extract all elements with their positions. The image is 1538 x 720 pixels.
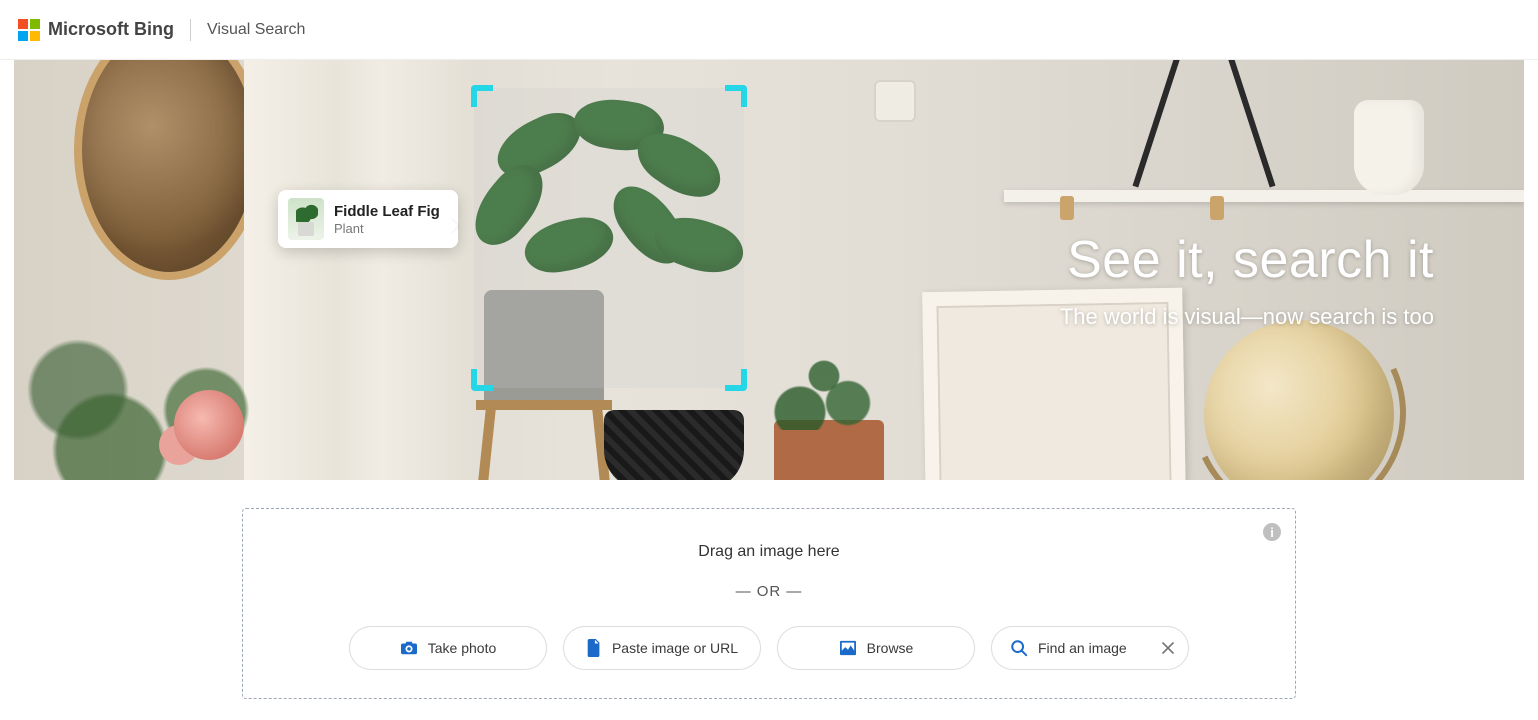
detection-category: Plant xyxy=(334,221,440,236)
upload-button-row: Take photo Paste image or URL Browse xyxy=(263,626,1275,670)
crop-handle-bottom-left[interactable] xyxy=(471,369,493,391)
crop-handle-top-right[interactable] xyxy=(725,85,747,107)
take-photo-button[interactable]: Take photo xyxy=(349,626,547,670)
decor-woven-basket xyxy=(604,410,744,480)
detection-result-card[interactable]: Fiddle Leaf Fig Plant xyxy=(278,190,458,248)
hero-text-block: See it, search it The world is visual—no… xyxy=(1060,230,1434,330)
upload-dropzone[interactable]: i Drag an image here — OR — Take photo P… xyxy=(242,508,1296,699)
search-icon xyxy=(1010,639,1028,657)
browse-button[interactable]: Browse xyxy=(777,626,975,670)
brand-name: Microsoft Bing xyxy=(48,19,174,40)
paste-button[interactable]: Paste image or URL xyxy=(563,626,761,670)
paste-label: Paste image or URL xyxy=(612,640,738,656)
take-photo-label: Take photo xyxy=(428,640,497,656)
decor-vase xyxy=(1354,100,1424,195)
find-image-label: Find an image xyxy=(1038,640,1127,656)
microsoft-logo-icon xyxy=(18,19,40,41)
image-icon xyxy=(839,640,857,656)
decor-fiddle-leaf-stand xyxy=(476,400,612,480)
hero-subtitle: The world is visual—now search is too xyxy=(1060,304,1434,330)
decor-mirror xyxy=(74,60,264,280)
crop-handle-top-left[interactable] xyxy=(471,85,493,107)
decor-shelf-clip xyxy=(1060,196,1074,220)
browse-label: Browse xyxy=(867,640,914,656)
crop-handle-bottom-right[interactable] xyxy=(725,369,747,391)
detection-crop-box[interactable] xyxy=(474,88,744,388)
detection-text: Fiddle Leaf Fig Plant xyxy=(334,203,440,236)
header-divider xyxy=(190,19,191,41)
paste-file-icon xyxy=(586,639,602,657)
info-icon[interactable]: i xyxy=(1263,523,1281,541)
hero-banner: Fiddle Leaf Fig Plant See it, search it … xyxy=(14,60,1524,480)
decor-shelf xyxy=(1004,190,1524,202)
or-separator-text: — OR — xyxy=(263,583,1275,600)
hero-title: See it, search it xyxy=(1060,230,1434,290)
decor-flower xyxy=(174,390,244,460)
decor-foliage-left xyxy=(14,310,334,480)
drag-instruction-text: Drag an image here xyxy=(263,543,1275,561)
clear-find-icon[interactable] xyxy=(1162,642,1174,654)
header-bar: Microsoft Bing Visual Search xyxy=(0,0,1538,60)
detection-title: Fiddle Leaf Fig xyxy=(334,203,440,221)
camera-icon xyxy=(400,640,418,656)
decor-tripod-stand xyxy=(1144,60,1264,190)
detection-thumbnail xyxy=(288,198,324,240)
section-title: Visual Search xyxy=(207,21,305,39)
decor-shelf-clip xyxy=(1210,196,1224,220)
decor-small-plant xyxy=(764,340,884,430)
decor-wall-outlet xyxy=(874,80,916,122)
upload-panel-container: i Drag an image here — OR — Take photo P… xyxy=(0,508,1538,699)
find-image-button[interactable]: Find an image xyxy=(991,626,1189,670)
